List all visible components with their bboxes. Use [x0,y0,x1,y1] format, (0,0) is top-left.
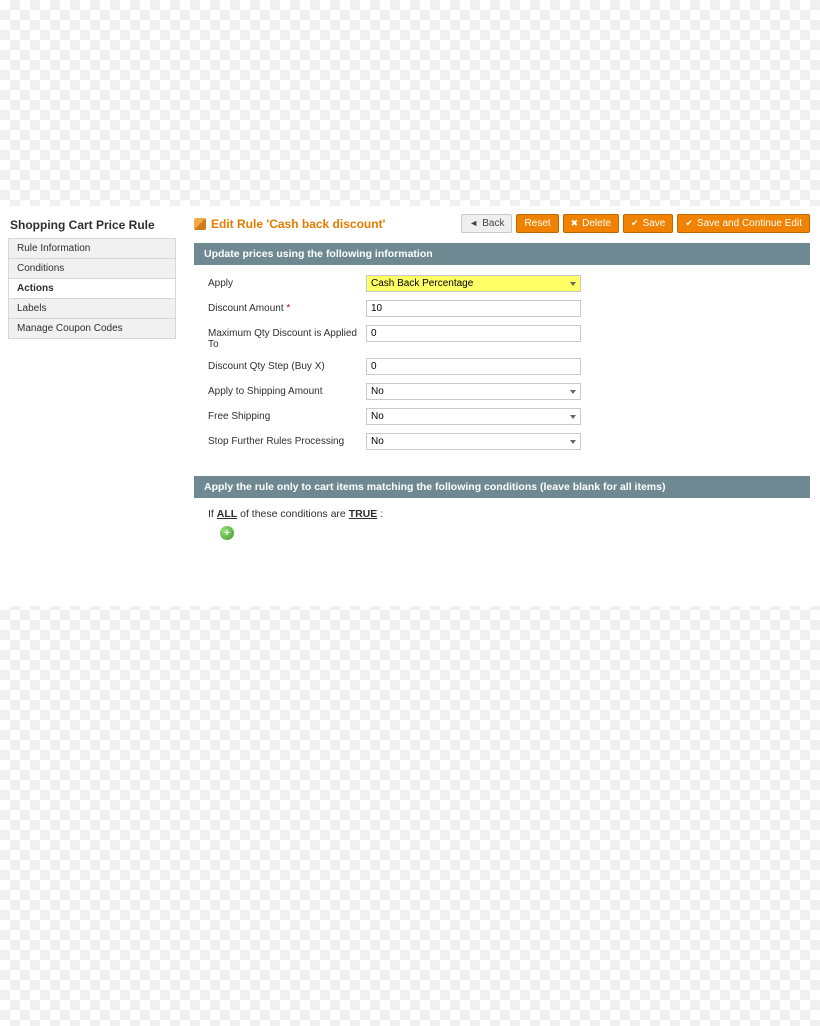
row-apply-shipping: Apply to Shipping Amount No [208,383,796,400]
sidebar-item-labels[interactable]: Labels [8,298,176,318]
cond-all-toggle[interactable]: ALL [217,508,237,520]
label-free-shipping: Free Shipping [208,408,366,422]
section-update-prices: Update prices using the following inform… [194,243,810,464]
label-discount-amount: Discount Amount * [208,300,366,314]
save-button[interactable]: ✔ Save [623,214,673,233]
back-button[interactable]: ◄ Back [461,214,512,233]
input-max-qty[interactable] [366,325,581,342]
cond-suffix: : [380,508,383,520]
reset-button[interactable]: Reset [516,214,558,233]
required-asterisk: * [286,303,290,314]
section-conditions: Apply the rule only to cart items matchi… [194,476,810,550]
save-continue-button[interactable]: ✔ Save and Continue Edit [677,214,810,233]
sidebar-item-rule-information[interactable]: Rule Information [8,238,176,258]
select-free-shipping[interactable]: No [366,408,581,425]
row-free-shipping: Free Shipping No [208,408,796,425]
select-apply[interactable]: Cash Back Percentage [366,275,581,292]
select-stop-rules[interactable]: No [366,433,581,450]
delete-button-label: Delete [582,218,611,229]
row-qty-step: Discount Qty Step (Buy X) [208,358,796,375]
label-apply: Apply [208,275,366,289]
save-icon: ✔ [631,219,639,228]
back-icon: ◄ [469,219,478,228]
page-title-text: Edit Rule 'Cash back discount' [211,217,385,231]
sidebar-item-conditions[interactable]: Conditions [8,258,176,278]
save-continue-icon: ✔ [685,219,693,228]
sidebar-title: Shopping Cart Price Rule [8,214,176,238]
label-stop-rules: Stop Further Rules Processing [208,433,366,447]
select-apply-shipping[interactable]: No [366,383,581,400]
row-discount-amount: Discount Amount * [208,300,796,317]
save-button-label: Save [643,218,666,229]
section-head-update-prices: Update prices using the following inform… [194,243,810,265]
condition-line: If ALL of these conditions are TRUE : [208,508,796,520]
save-continue-button-label: Save and Continue Edit [697,218,802,229]
button-bar: ◄ Back Reset ✖ Delete ✔ Save ✔ Save and … [461,214,810,233]
section-body-conditions: If ALL of these conditions are TRUE : + [194,498,810,550]
label-apply-shipping: Apply to Shipping Amount [208,383,366,397]
delete-button[interactable]: ✖ Delete [563,214,619,233]
label-qty-step: Discount Qty Step (Buy X) [208,358,366,372]
cond-mid: of these conditions are [240,508,346,520]
section-head-conditions: Apply the rule only to cart items matchi… [194,476,810,498]
cond-prefix: If [208,508,214,520]
sidebar-item-manage-coupon-codes[interactable]: Manage Coupon Codes [8,318,176,339]
row-stop-rules: Stop Further Rules Processing No [208,433,796,450]
add-condition-icon[interactable]: + [220,526,234,540]
topbar: Edit Rule 'Cash back discount' ◄ Back Re… [194,214,810,233]
reset-button-label: Reset [524,218,550,229]
back-button-label: Back [482,218,504,229]
delete-icon: ✖ [571,219,579,228]
main-content: Edit Rule 'Cash back discount' ◄ Back Re… [176,206,820,596]
page-title: Edit Rule 'Cash back discount' [194,217,385,231]
edit-icon [194,218,206,230]
label-max-qty: Maximum Qty Discount is Applied To [208,325,366,350]
sidebar: Shopping Cart Price Rule Rule Informatio… [0,206,176,596]
input-discount-amount[interactable] [366,300,581,317]
row-apply: Apply Cash Back Percentage [208,275,796,292]
input-qty-step[interactable] [366,358,581,375]
sidebar-item-actions[interactable]: Actions [8,278,176,298]
section-body-update-prices: Apply Cash Back Percentage Discount Amou… [194,265,810,464]
cond-true-toggle[interactable]: TRUE [349,508,378,520]
row-max-qty: Maximum Qty Discount is Applied To [208,325,796,350]
